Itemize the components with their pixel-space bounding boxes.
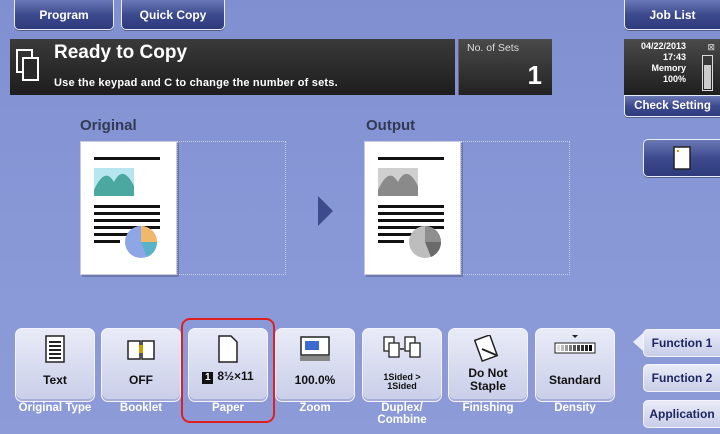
tab-program[interactable]: Program bbox=[14, 0, 114, 30]
tab-job-list-label: Job List bbox=[649, 7, 696, 22]
duplex-label: Duplex/ Combine bbox=[377, 402, 427, 426]
duplex-icon bbox=[383, 336, 421, 358]
memory-value: 100% bbox=[662, 74, 686, 84]
staple-icon bbox=[474, 335, 499, 363]
info-text: 04/22/2013 17:43 Memory 100% bbox=[626, 41, 686, 85]
page-icon bbox=[673, 146, 691, 170]
copy-icon bbox=[16, 49, 39, 81]
duplex-value: 1Sided > 1Sided bbox=[383, 372, 421, 391]
date-text: 04/22/2013 bbox=[640, 41, 686, 51]
application-tab[interactable]: Application bbox=[643, 400, 720, 428]
original-type-value: Text bbox=[43, 373, 67, 387]
check-setting-label: Check Setting bbox=[634, 100, 711, 112]
status-panel: Ready to Copy Use the keypad and C to ch… bbox=[10, 39, 455, 95]
status-subtitle: Use the keypad and C to change the numbe… bbox=[54, 77, 338, 89]
density-icon bbox=[554, 335, 596, 354]
book-icon bbox=[127, 340, 155, 360]
finishing-button[interactable]: Do Not Staple bbox=[448, 328, 528, 402]
sets-value: 1 bbox=[527, 60, 542, 90]
original-label: Original bbox=[80, 117, 137, 134]
check-setting-button[interactable]: Check Setting bbox=[624, 95, 720, 117]
arrow-right-icon bbox=[318, 196, 333, 226]
duplex-combine-button[interactable]: 1Sided > 1Sided bbox=[362, 328, 442, 402]
function1-label: Function 1 bbox=[651, 336, 713, 350]
tab-job-list[interactable]: Job List bbox=[624, 0, 720, 30]
booklet-value: OFF bbox=[129, 373, 153, 387]
device-info: 04/22/2013 17:43 Memory 100% ⊠ bbox=[624, 39, 720, 95]
tab-quick-copy-label: Quick Copy bbox=[139, 7, 207, 22]
function2-label: Function 2 bbox=[651, 371, 713, 385]
output-document-icon bbox=[378, 157, 444, 258]
zoom-value: 100.0% bbox=[294, 373, 336, 387]
mailbox-icon: ⊠ bbox=[707, 42, 715, 52]
finishing-value: Do Not Staple bbox=[468, 366, 508, 393]
booklet-button[interactable]: OFF bbox=[101, 328, 181, 402]
original-page bbox=[80, 141, 177, 275]
zoom-icon bbox=[300, 336, 330, 361]
density-label: Density bbox=[554, 402, 596, 414]
sets-label: No. of Sets bbox=[467, 42, 519, 54]
density-value: Standard bbox=[548, 373, 601, 387]
booklet-label: Booklet bbox=[119, 402, 163, 414]
function1-tab[interactable]: Function 1 bbox=[643, 329, 720, 357]
time-text: 17:43 bbox=[662, 52, 686, 62]
sets-counter: No. of Sets 1 bbox=[458, 39, 552, 95]
memory-meter bbox=[702, 55, 713, 91]
original-document-icon bbox=[94, 157, 160, 258]
output-label: Output bbox=[366, 117, 416, 134]
output-page bbox=[364, 141, 461, 275]
active-tab-pointer bbox=[633, 333, 643, 351]
zoom-button[interactable]: 100.0% bbox=[275, 328, 355, 402]
original-type-button[interactable]: Text bbox=[15, 328, 95, 402]
original-direction-button[interactable] bbox=[643, 139, 720, 177]
document-icon bbox=[45, 335, 65, 363]
original-frame bbox=[177, 141, 286, 275]
status-title: Ready to Copy bbox=[54, 42, 188, 63]
function2-tab[interactable]: Function 2 bbox=[643, 364, 720, 392]
tab-quick-copy[interactable]: Quick Copy bbox=[121, 0, 225, 30]
zoom-label: Zoom bbox=[299, 402, 331, 414]
output-frame bbox=[461, 141, 570, 275]
tab-program-label: Program bbox=[39, 7, 89, 22]
finishing-label: Finishing bbox=[462, 402, 514, 414]
original-type-label: Original Type bbox=[18, 402, 92, 414]
paper-highlight bbox=[181, 318, 275, 423]
density-button[interactable]: Standard bbox=[535, 328, 615, 402]
memory-label: Memory bbox=[651, 63, 686, 73]
application-label: Application bbox=[649, 407, 715, 421]
